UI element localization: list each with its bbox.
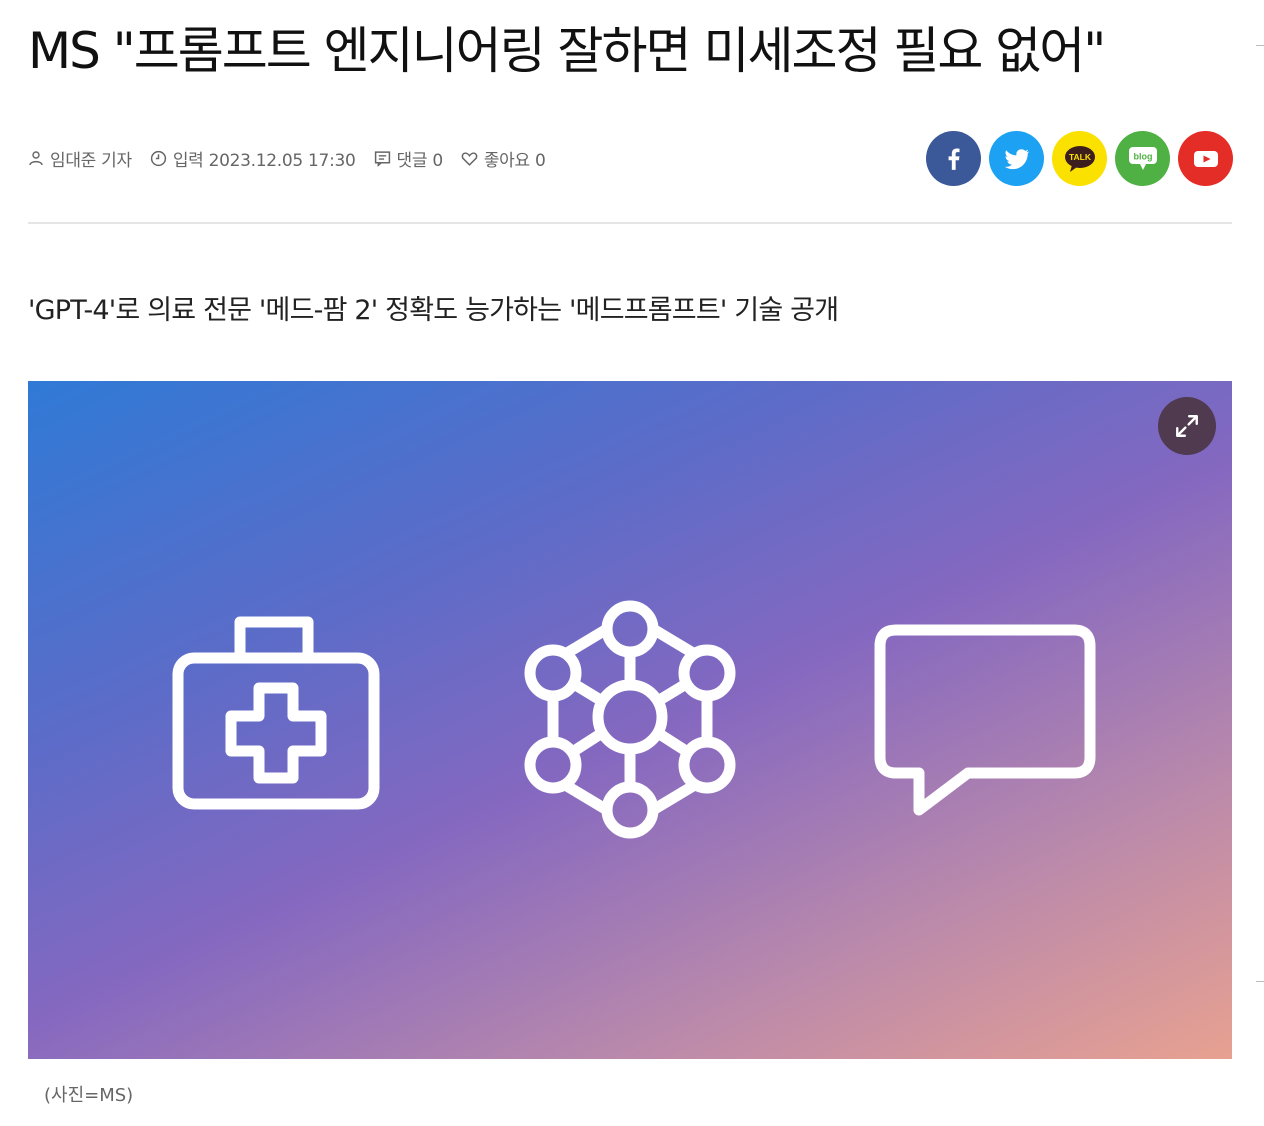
kakaotalk-icon: TALK (1064, 145, 1095, 172)
publish-date: 입력 2023.12.05 17:30 (172, 150, 356, 171)
blog-share-button[interactable]: blog (1115, 131, 1170, 186)
publish-info: 입력 2023.12.05 17:30 (150, 146, 356, 171)
article-image[interactable] (28, 381, 1232, 1059)
twitter-share-button[interactable] (989, 131, 1044, 186)
reporter-info: 임대준 기자 (28, 146, 132, 171)
person-icon (29, 151, 43, 166)
like-count: 좋아요 0 (483, 150, 546, 171)
clock-icon (150, 150, 166, 166)
expand-icon (1176, 415, 1198, 437)
heart-icon (461, 151, 478, 166)
youtube-share-button[interactable] (1178, 131, 1233, 186)
reporter-name: 임대준 기자 (50, 150, 132, 171)
chat-bubble-icon (874, 624, 1096, 816)
blog-label: blog (1133, 151, 1152, 161)
article-headline: MS "프롬프트 엔지니어링 잘하면 미세조정 필요 없어" (28, 22, 1106, 80)
edge-marker (1256, 45, 1264, 46)
article-meta: 임대준 기자 입력 2023.12.05 17:30 댓글 0 좋아요 0 (28, 145, 563, 171)
network-hub-icon (524, 600, 736, 839)
youtube-icon (1193, 150, 1218, 167)
divider (28, 222, 1232, 224)
kakaotalk-share-button[interactable]: TALK (1052, 131, 1107, 186)
article-subtitle: 'GPT-4'로 의료 전문 '메드-팜 2' 정확도 능가하는 '메드프롬프트… (28, 295, 839, 326)
naver-blog-icon: blog (1128, 146, 1157, 170)
medprompt-illustration (172, 600, 1096, 839)
comment-info[interactable]: 댓글 0 (374, 146, 443, 171)
share-buttons: TALK blog (926, 131, 1233, 186)
comment-count: 댓글 0 (396, 150, 444, 171)
like-info[interactable]: 좋아요 0 (461, 146, 546, 171)
image-caption: (사진=MS) (44, 1085, 134, 1106)
medical-kit-icon (172, 616, 380, 810)
kakaotalk-label: TALK (1068, 152, 1091, 162)
comment-icon (374, 150, 390, 167)
facebook-share-button[interactable] (926, 131, 981, 186)
twitter-icon (1004, 148, 1029, 169)
edge-marker (1256, 981, 1264, 982)
expand-image-button[interactable] (1158, 397, 1216, 455)
facebook-icon (948, 147, 960, 170)
